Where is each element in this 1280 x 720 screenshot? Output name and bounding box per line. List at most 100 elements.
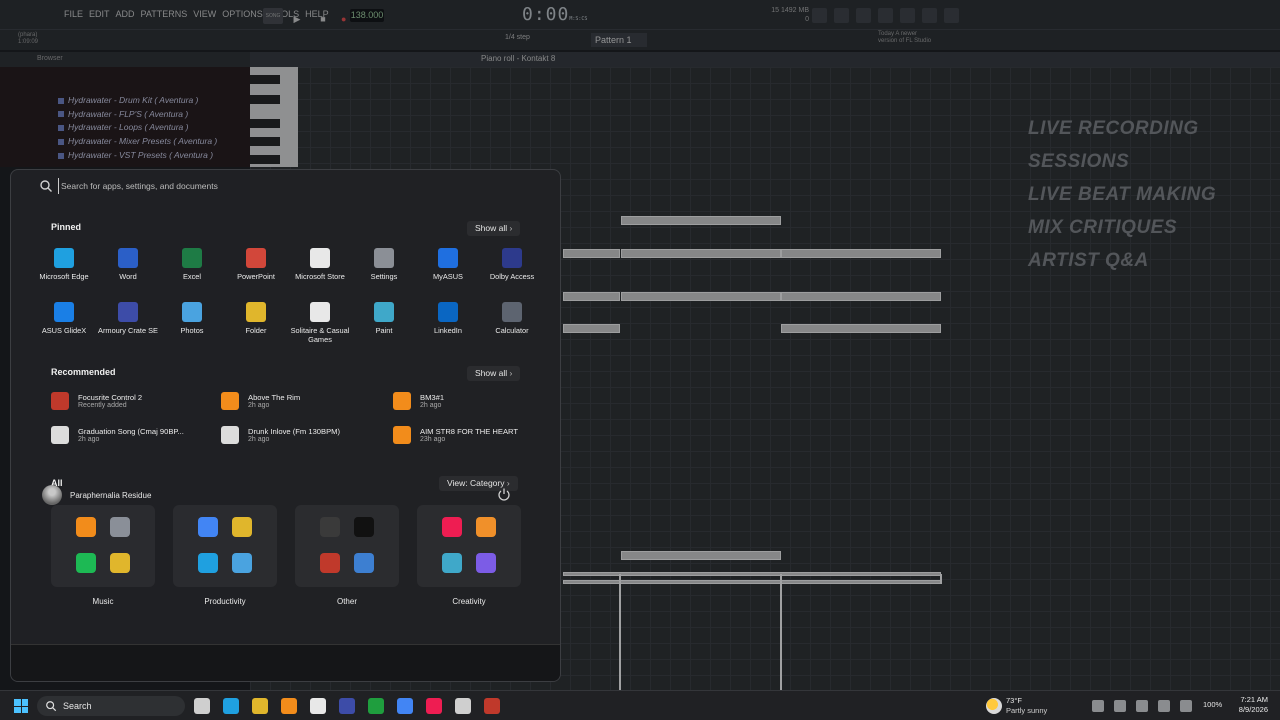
fl-studio-icon[interactable]	[281, 698, 297, 714]
clipchamp-icon[interactable]	[476, 553, 496, 573]
microphone-icon[interactable]	[1136, 700, 1148, 712]
user-avatar[interactable]	[42, 485, 62, 505]
recommended-item[interactable]: Graduation Song (Cmaj 90BP... 2h ago	[51, 424, 221, 446]
paint-icon[interactable]	[442, 553, 462, 573]
media-player-icon[interactable]	[110, 517, 130, 537]
pinned-app[interactable]: Settings	[352, 248, 416, 292]
pinned-app-label: Word	[119, 272, 137, 281]
category-folder[interactable]	[173, 505, 277, 587]
pinned-app[interactable]: MyASUS	[416, 248, 480, 292]
pinned-app[interactable]: Paint	[352, 302, 416, 346]
category-group[interactable]: Productivity	[173, 505, 277, 616]
start-search-input[interactable]	[58, 178, 528, 194]
fl-studio-icon[interactable]	[76, 517, 96, 537]
pinned-show-all-button[interactable]: Show all	[467, 221, 521, 236]
pinned-app[interactable]: LinkedIn	[416, 302, 480, 346]
start-search-bar[interactable]	[39, 176, 535, 197]
obs-icon[interactable]	[455, 698, 471, 714]
xbox-icon[interactable]	[368, 698, 384, 714]
power-icon[interactable]	[497, 487, 511, 501]
recommended-item[interactable]: Focusrite Control 2 Recently added	[51, 390, 221, 412]
pinned-app[interactable]: Word	[96, 248, 160, 292]
battery-percentage[interactable]: 100%	[1203, 700, 1222, 709]
taskbar-search-box[interactable]: Search	[37, 696, 185, 716]
file-explorer-icon[interactable]	[252, 698, 268, 714]
user-name[interactable]: Paraphernalia Residue	[70, 491, 151, 500]
excel-icon	[182, 248, 202, 268]
category-folder[interactable]	[51, 505, 155, 587]
category-group[interactable]: Creativity	[417, 505, 521, 616]
category-label: Productivity	[204, 597, 246, 606]
pinned-app[interactable]: Microsoft Edge	[32, 248, 96, 292]
weather-widget[interactable]: 73°F Partly sunny	[986, 696, 1066, 716]
wifi-icon[interactable]	[1158, 700, 1170, 712]
task-view-icon[interactable]	[194, 698, 210, 714]
app-category-groups: Music Productivity Other Creativity	[51, 505, 531, 616]
focusrite-icon[interactable]	[320, 553, 340, 573]
recommended-text: Graduation Song (Cmaj 90BP... 2h ago	[78, 427, 184, 443]
pinned-app[interactable]: Solitaire & Casual Games	[288, 302, 352, 346]
edge-icon	[54, 248, 74, 268]
folder-icon[interactable]	[110, 553, 130, 573]
clock[interactable]: 7:21 AM 8/9/2026	[1228, 695, 1268, 715]
recommended-name: BM3#1	[420, 393, 445, 402]
blender-icon[interactable]	[476, 517, 496, 537]
volume-icon[interactable]	[1180, 700, 1192, 712]
edge-icon[interactable]	[198, 553, 218, 573]
audio-file-icon	[51, 426, 69, 444]
pinned-app-label: Microsoft Store	[295, 272, 345, 281]
armoury-crate-icon[interactable]	[339, 698, 355, 714]
pinned-app[interactable]: Dolby Access	[480, 248, 544, 292]
system-tray	[1092, 700, 1192, 712]
chevron-up-icon[interactable]	[1092, 700, 1104, 712]
pinned-app-label: Settings	[370, 272, 398, 281]
category-group[interactable]: Music	[51, 505, 155, 616]
recommended-item[interactable]: Drunk Inlove (Fm 130BPM) 2h ago	[221, 424, 393, 446]
pinned-app[interactable]: ASUS GlideX	[32, 302, 96, 346]
pinned-app[interactable]: Excel	[160, 248, 224, 292]
recommended-item[interactable]: AIM STR8 FOR THE HEART 23h ago	[393, 424, 553, 446]
recommended-name: AIM STR8 FOR THE HEART	[420, 427, 519, 436]
pinned-app[interactable]: Photos	[160, 302, 224, 346]
recommended-item[interactable]: Above The Rim 2h ago	[221, 390, 393, 412]
tiktok-icon[interactable]	[442, 517, 462, 537]
settings-gear-icon	[374, 248, 394, 268]
taskbar-search-label: Search	[63, 701, 92, 711]
call-of-duty-icon[interactable]	[354, 517, 374, 537]
recommended-item[interactable]: BM3#1 2h ago	[393, 390, 553, 412]
view-category-label: View: Category	[447, 478, 505, 488]
file-explorer-icon[interactable]	[232, 517, 252, 537]
chrome-icon[interactable]	[397, 698, 413, 714]
category-folder[interactable]	[417, 505, 521, 587]
pinned-app[interactable]: Folder	[224, 302, 288, 346]
linkedin-icon	[438, 302, 458, 322]
pinned-app[interactable]: Armoury Crate SE	[96, 302, 160, 346]
word-icon	[118, 248, 138, 268]
store-icon[interactable]	[310, 698, 326, 714]
pinned-app[interactable]: Calculator	[480, 302, 544, 346]
recommended-time: 2h ago	[420, 402, 442, 409]
usb-icon[interactable]	[1114, 700, 1126, 712]
pinned-app[interactable]: Microsoft Store	[288, 248, 352, 292]
fl-studio-icon	[221, 392, 239, 410]
games-icon[interactable]	[354, 553, 374, 573]
recommended-show-all-button[interactable]: Show all	[467, 366, 521, 381]
recommended-name: Focusrite Control 2	[78, 393, 143, 402]
pinned-app-label: Photos	[180, 326, 204, 335]
myasus-icon	[438, 248, 458, 268]
focusrite-icon[interactable]	[484, 698, 500, 714]
search-icon	[40, 180, 52, 192]
windows-start-icon[interactable]	[14, 699, 28, 713]
pinned-app-label: Microsoft Edge	[39, 272, 89, 281]
pinned-app[interactable]: PowerPoint	[224, 248, 288, 292]
tiktok-icon[interactable]	[426, 698, 442, 714]
recommended-name: Graduation Song (Cmaj 90BP...	[78, 427, 184, 436]
spotify-icon[interactable]	[76, 553, 96, 573]
obs-icon[interactable]	[320, 517, 340, 537]
chrome-icon[interactable]	[198, 517, 218, 537]
edge-icon[interactable]	[223, 698, 239, 714]
category-group[interactable]: Other	[295, 505, 399, 616]
store-icon[interactable]	[232, 553, 252, 573]
recommended-text: Drunk Inlove (Fm 130BPM) 2h ago	[248, 427, 340, 443]
category-folder[interactable]	[295, 505, 399, 587]
